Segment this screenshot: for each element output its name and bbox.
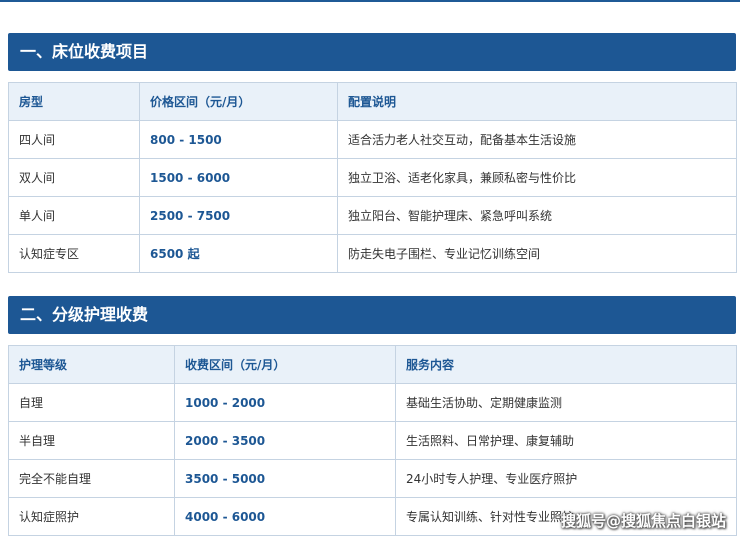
room-type-cell: 双人间: [8, 158, 140, 197]
table-row: 认知症专区 6500 起 防走失电子围栏、专业记忆训练空间: [8, 234, 737, 273]
table-row: 半自理 2000 - 3500 生活照料、日常护理、康复辅助: [8, 421, 737, 460]
table-header-row: 房型 价格区间（元/月） 配置说明: [8, 82, 737, 121]
column-header-price-range: 价格区间（元/月）: [139, 82, 338, 121]
column-header-service: 服务内容: [395, 345, 737, 384]
table-row: 单人间 2500 - 7500 独立阳台、智能护理床、紧急呼叫系统: [8, 196, 737, 235]
care-level-cell: 认知症照护: [8, 497, 175, 536]
bed-fee-table: 房型 价格区间（元/月） 配置说明 四人间 800 - 1500 适合活力老人社…: [8, 82, 737, 273]
price-cell: 6500 起: [139, 234, 338, 273]
column-header-config: 配置说明: [337, 82, 737, 121]
room-type-cell: 单人间: [8, 196, 140, 235]
price-cell: 1500 - 6000: [139, 158, 338, 197]
config-cell: 防走失电子围栏、专业记忆训练空间: [337, 234, 737, 273]
service-cell: 24小时专人护理、专业医疗照护: [395, 459, 737, 498]
care-level-cell: 半自理: [8, 421, 175, 460]
price-cell: 2000 - 3500: [174, 421, 396, 460]
watermark: 搜狐号@搜狐焦点白银站: [560, 512, 726, 530]
care-fee-table: 护理等级 收费区间（元/月） 服务内容 自理 1000 - 2000 基础生活协…: [8, 345, 737, 536]
config-cell: 独立卫浴、适老化家具，兼顾私密与性价比: [337, 158, 737, 197]
room-type-cell: 认知症专区: [8, 234, 140, 273]
table-header-row: 护理等级 收费区间（元/月） 服务内容: [8, 345, 737, 384]
service-cell: 生活照料、日常护理、康复辅助: [395, 421, 737, 460]
top-rule: [0, 0, 740, 2]
config-cell: 独立阳台、智能护理床、紧急呼叫系统: [337, 196, 737, 235]
column-header-care-level: 护理等级: [8, 345, 175, 384]
price-cell: 1000 - 2000: [174, 383, 396, 422]
service-cell: 基础生活协助、定期健康监测: [395, 383, 737, 422]
price-cell: 3500 - 5000: [174, 459, 396, 498]
table-row: 四人间 800 - 1500 适合活力老人社交互动，配备基本生活设施: [8, 120, 737, 159]
price-cell: 2500 - 7500: [139, 196, 338, 235]
config-cell: 适合活力老人社交互动，配备基本生活设施: [337, 120, 737, 159]
price-cell: 4000 - 6000: [174, 497, 396, 536]
section-header-care-fees: 二、分级护理收费: [8, 296, 736, 334]
price-cell: 800 - 1500: [139, 120, 338, 159]
room-type-cell: 四人间: [8, 120, 140, 159]
section-header-bed-fees: 一、床位收费项目: [8, 33, 736, 71]
column-header-room-type: 房型: [8, 82, 140, 121]
column-header-fee-range: 收费区间（元/月）: [174, 345, 396, 384]
table-row: 自理 1000 - 2000 基础生活协助、定期健康监测: [8, 383, 737, 422]
care-level-cell: 完全不能自理: [8, 459, 175, 498]
table-row: 双人间 1500 - 6000 独立卫浴、适老化家具，兼顾私密与性价比: [8, 158, 737, 197]
care-level-cell: 自理: [8, 383, 175, 422]
table-row: 完全不能自理 3500 - 5000 24小时专人护理、专业医疗照护: [8, 459, 737, 498]
